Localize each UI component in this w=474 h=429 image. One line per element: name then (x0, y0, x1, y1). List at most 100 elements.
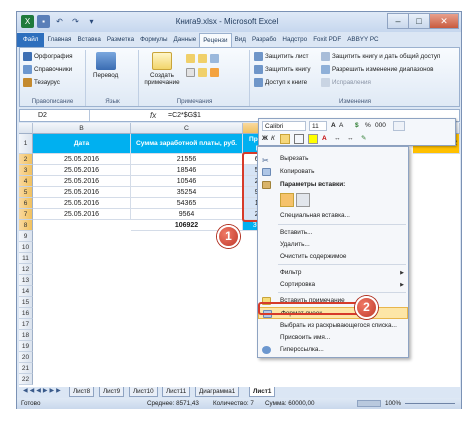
row-header[interactable]: 20 (19, 352, 33, 363)
salary-cell[interactable]: 10546 (131, 176, 243, 187)
row-header[interactable]: 16 (19, 308, 33, 319)
select-all-corner[interactable] (19, 123, 33, 134)
tab-data[interactable]: Данные (170, 33, 199, 47)
tab-developer[interactable]: Разрабо (249, 33, 279, 47)
sheet-tab-active[interactable]: Лист1 (249, 387, 276, 397)
name-box[interactable]: D2 (20, 110, 90, 121)
tab-insert[interactable]: Вставка (74, 33, 103, 47)
paste-values-icon[interactable] (296, 193, 310, 207)
tab-addins[interactable]: Надстро (279, 33, 310, 47)
row-header[interactable]: 11 (19, 253, 33, 264)
font-color-icon[interactable]: A (322, 134, 327, 144)
format-painter-icon[interactable] (393, 121, 405, 131)
menu-item-cut[interactable]: ✂ Вырезать (258, 153, 408, 165)
menu-item-clear[interactable]: Очистить содержимое (258, 251, 408, 263)
tab-layout[interactable]: Разметка (104, 33, 137, 47)
row-header[interactable]: 7 (19, 209, 33, 220)
menu-item-hyperlink[interactable]: Гиперссылка... (258, 344, 408, 356)
menu-item-delete[interactable]: Удалить... (258, 239, 408, 251)
minimize-button[interactable]: – (387, 13, 409, 29)
row-header[interactable]: 2 (19, 154, 33, 165)
decrease-decimal-icon[interactable]: ↔ (334, 134, 341, 144)
row-header[interactable]: 6 (19, 198, 33, 209)
tab-formulas[interactable]: Формулы (137, 33, 170, 47)
allow-edit-ranges-button[interactable]: Разрешить изменение диапазонов (321, 65, 433, 74)
menu-item-pick-from-list[interactable]: Выбрать из раскрывающегося списка... (258, 320, 408, 332)
tab-view[interactable]: Вид (232, 33, 249, 47)
customize-qat-icon[interactable]: ▾ (85, 15, 98, 28)
sheet-tab[interactable]: Лист8 (69, 387, 95, 397)
row-header[interactable]: 9 (19, 231, 33, 242)
share-workbook-button[interactable]: Доступ к книге (254, 78, 307, 87)
formula-input[interactable]: =C2*$G$1 (168, 110, 201, 121)
menu-item-define-name[interactable]: Присвоить имя... (258, 332, 408, 344)
zoom-level[interactable]: 100% (385, 398, 401, 409)
row-header[interactable]: 14 (19, 286, 33, 297)
tab-foxit[interactable]: Foxit PDF (310, 33, 344, 47)
sheet-nav-arrows-icon[interactable]: ◀◀◀▶▶▶ (23, 387, 63, 394)
grow-font-icon[interactable]: A (331, 121, 336, 131)
font-name-box[interactable]: Calibri (262, 121, 306, 131)
new-comment-button[interactable]: Создать примечание (144, 52, 180, 86)
menu-item-filter[interactable]: Фильтр ▶ (258, 267, 408, 279)
salary-cell[interactable]: 35254 (131, 187, 243, 198)
sheet-tab[interactable]: Лист9 (99, 387, 125, 397)
row-header[interactable]: 4 (19, 176, 33, 187)
salary-cell[interactable]: 9564 (131, 209, 243, 220)
show-all-comments-icon[interactable] (198, 68, 207, 77)
date-cell[interactable]: 25.05.2016 (33, 187, 131, 198)
bold-icon[interactable]: Ж (262, 134, 268, 144)
menu-item-copy[interactable]: Копировать (258, 166, 408, 178)
row-header[interactable]: 12 (19, 264, 33, 275)
column-header-c[interactable]: C (131, 123, 243, 134)
italic-icon[interactable]: К (271, 134, 275, 144)
redo-icon[interactable]: ↷ (69, 15, 82, 28)
maximize-button[interactable]: □ (408, 13, 430, 29)
sheet-tab[interactable]: Лист10 (129, 387, 158, 397)
tab-home[interactable]: Главная (44, 33, 74, 47)
zoom-slider[interactable] (405, 403, 455, 404)
close-button[interactable]: ✕ (429, 13, 459, 29)
prev-comment-icon[interactable] (186, 54, 195, 63)
percent-icon[interactable]: % (365, 121, 371, 131)
align-center-icon[interactable] (280, 134, 290, 144)
paste-option-icon[interactable] (280, 193, 294, 207)
thesaurus-button[interactable]: Тезаурус (23, 78, 60, 87)
protect-workbook-button[interactable]: Защитить книгу (254, 65, 311, 74)
header-date[interactable]: Дата (33, 134, 131, 154)
row-header[interactable]: 13 (19, 275, 33, 286)
show-ink-icon[interactable] (210, 68, 219, 77)
menu-item-insert[interactable]: Вставить... (258, 227, 408, 239)
view-buttons[interactable] (357, 400, 381, 407)
spelling-button[interactable]: Орфография (23, 52, 73, 61)
undo-icon[interactable]: ↶ (53, 15, 66, 28)
protect-share-button[interactable]: Защитить книгу и дать общий доступ (321, 52, 440, 61)
track-changes-button[interactable]: Исправления (321, 78, 371, 87)
fx-button[interactable]: fx (150, 110, 156, 121)
excel-logo-icon[interactable]: X (21, 15, 34, 28)
salary-cell[interactable]: 21556 (131, 154, 243, 165)
next-comment-icon[interactable] (198, 54, 207, 63)
font-size-box[interactable]: 11 (309, 121, 327, 131)
eraser-icon[interactable]: ✎ (361, 134, 366, 144)
row-header[interactable]: 15 (19, 297, 33, 308)
row-header[interactable]: 17 (19, 319, 33, 330)
row-header[interactable]: 3 (19, 165, 33, 176)
column-header-b[interactable]: B (33, 123, 131, 134)
increase-decimal-icon[interactable]: ↔ (347, 134, 354, 144)
research-button[interactable]: Справочники (23, 65, 72, 74)
fill-color-icon[interactable] (308, 134, 318, 144)
row-header[interactable]: 18 (19, 330, 33, 341)
menu-item-paste-special[interactable]: Специальная вставка... (258, 210, 408, 222)
row-header[interactable]: 8 (19, 220, 33, 231)
row-header[interactable]: 21 (19, 363, 33, 374)
sheet-tab[interactable]: Лист11 (162, 387, 191, 397)
show-comment-icon[interactable] (210, 54, 219, 63)
tab-abbyy[interactable]: ABBYY PC (344, 33, 381, 47)
date-cell[interactable]: 25.05.2016 (33, 198, 131, 209)
salary-cell[interactable]: 18546 (131, 165, 243, 176)
protect-sheet-button[interactable]: Защитить лист (254, 52, 309, 61)
header-salary[interactable]: Сумма заработной платы, руб. (131, 134, 243, 154)
shrink-font-icon[interactable]: A (339, 121, 343, 131)
tab-file[interactable]: Файл (17, 33, 45, 47)
